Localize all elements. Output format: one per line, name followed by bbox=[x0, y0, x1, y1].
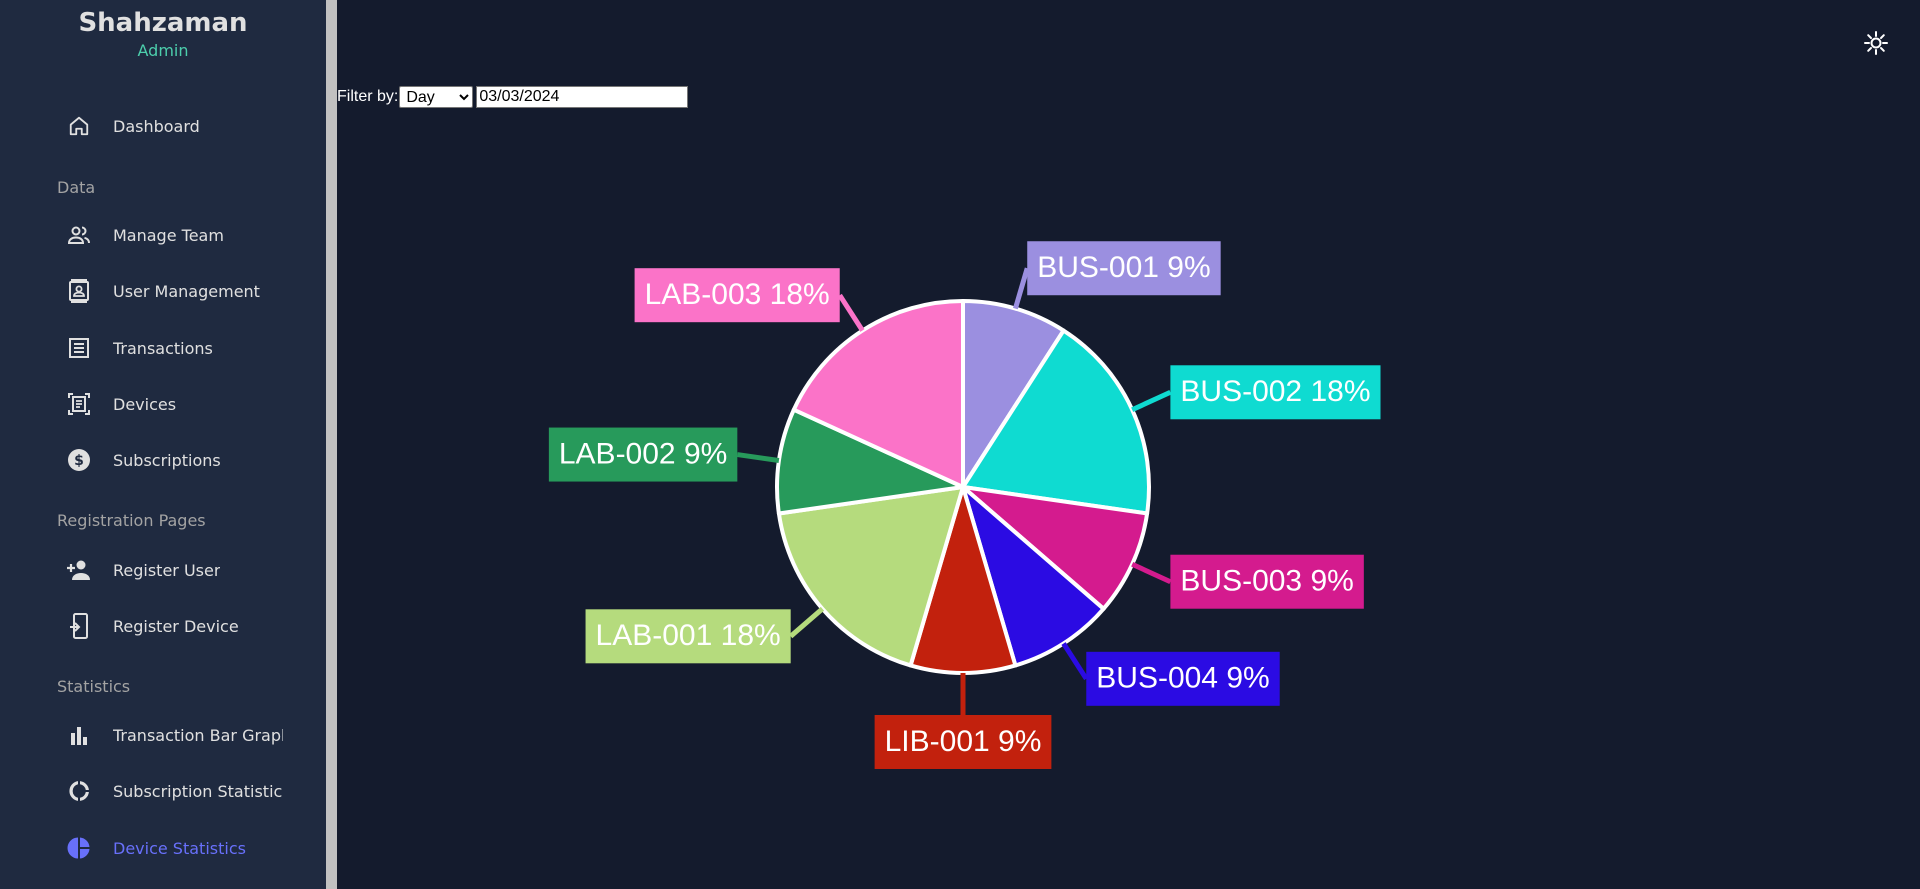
leader-line-bus-001 bbox=[1013, 267, 1030, 310]
leader-line-lab-001 bbox=[789, 606, 825, 639]
sidebar-item-label: Register User bbox=[113, 560, 221, 580]
data-label-text-bus-003: BUS-003 9% bbox=[1180, 565, 1353, 598]
sidebar-item-label: Dashboard bbox=[113, 116, 200, 136]
home-icon bbox=[66, 113, 92, 139]
section-title-statistics: Statistics bbox=[57, 677, 131, 696]
data-label-bus-002: BUS-002 18% bbox=[1170, 365, 1381, 420]
document-scanner-icon bbox=[66, 391, 92, 417]
leader-line-lab-002 bbox=[736, 452, 780, 464]
pie-chart-icon bbox=[66, 835, 92, 861]
sidebar-scrollbar[interactable] bbox=[326, 0, 337, 889]
sidebar-item-manage-team[interactable]: Manage Team bbox=[0, 213, 326, 257]
bar-chart-icon bbox=[66, 722, 92, 748]
sidebar-item-subscription-statistics[interactable]: Subscription Statistics bbox=[0, 769, 326, 813]
sidebar-item-user-management[interactable]: User Management bbox=[0, 269, 326, 313]
sidebar-item-label: User Management bbox=[113, 281, 260, 301]
user-name: Shahzaman bbox=[78, 8, 248, 38]
sidebar-item-label: Subscription Statistics bbox=[113, 781, 283, 801]
dollar-circle-icon: $ bbox=[66, 447, 92, 473]
data-label-text-lab-002: LAB-002 9% bbox=[559, 437, 727, 470]
data-label-lab-002: LAB-002 9% bbox=[548, 427, 738, 482]
data-label-lib-001: LIB-001 9% bbox=[874, 715, 1052, 769]
svg-text:$: $ bbox=[74, 453, 84, 469]
sidebar-item-register-user[interactable]: Register User bbox=[0, 548, 326, 592]
data-label-text-lab-003: LAB-003 18% bbox=[645, 278, 830, 311]
data-label-text-bus-001: BUS-001 9% bbox=[1037, 251, 1210, 284]
section-title-data: Data bbox=[57, 178, 96, 197]
sidebar-item-transactions[interactable]: Transactions bbox=[0, 326, 326, 370]
data-label-text-bus-004: BUS-004 9% bbox=[1096, 662, 1269, 695]
sidebar-item-label: Transaction Bar Graph bbox=[113, 725, 283, 745]
data-label-text-bus-002: BUS-002 18% bbox=[1180, 375, 1370, 408]
section-title-registration: Registration Pages bbox=[57, 511, 206, 530]
leader-line-bus-004 bbox=[1061, 642, 1089, 681]
data-label-lab-003: LAB-003 18% bbox=[634, 268, 840, 323]
sidebar-item-register-device[interactable]: Register Device bbox=[0, 604, 326, 648]
sidebar: Shahzaman Admin Dashboard Data Manage Te… bbox=[0, 0, 326, 889]
sidebar-item-devices[interactable]: Devices bbox=[0, 382, 326, 426]
sidebar-item-label: Devices bbox=[113, 394, 177, 414]
person-add-icon bbox=[66, 557, 92, 583]
data-label-text-lab-001: LAB-001 18% bbox=[596, 619, 781, 652]
sidebar-item-label: Transactions bbox=[113, 338, 213, 358]
leader-line-bus-003 bbox=[1131, 561, 1172, 584]
user-role: Admin bbox=[137, 41, 189, 60]
leader-line-lab-003 bbox=[837, 293, 865, 332]
people-icon bbox=[66, 222, 92, 248]
sidebar-item-transaction-bar-graph[interactable]: Transaction Bar Graph bbox=[0, 713, 326, 757]
device-statistics-pie-chart: BUS-001 9% BUS-002 18% BUS-003 9% BUS-004 9… bbox=[548, 241, 1381, 769]
leader-line-bus-002 bbox=[1131, 390, 1172, 413]
profile-block: Shahzaman Admin bbox=[0, 6, 326, 62]
data-label-lab-001: LAB-001 18% bbox=[585, 609, 791, 664]
pie-slices bbox=[775, 299, 1151, 675]
device-add-icon bbox=[66, 613, 92, 639]
sidebar-item-device-statistics[interactable]: Device Statistics bbox=[0, 826, 326, 870]
data-label-text-lib-001: LIB-001 9% bbox=[885, 725, 1042, 758]
sidebar-item-label: Device Statistics bbox=[113, 838, 246, 858]
receipt-icon bbox=[66, 335, 92, 361]
data-label-bus-001: BUS-001 9% bbox=[1027, 241, 1221, 296]
contact-card-icon bbox=[66, 278, 92, 304]
sidebar-item-dashboard[interactable]: Dashboard bbox=[0, 104, 326, 148]
sidebar-item-label: Register Device bbox=[113, 616, 239, 636]
donut-chart-icon bbox=[66, 778, 92, 804]
data-label-bus-004: BUS-004 9% bbox=[1086, 651, 1280, 706]
data-label-bus-003: BUS-003 9% bbox=[1170, 554, 1364, 609]
sidebar-item-label: Manage Team bbox=[113, 225, 224, 245]
sidebar-item-label: Subscriptions bbox=[113, 450, 221, 470]
sidebar-item-subscriptions[interactable]: $ Subscriptions bbox=[0, 438, 326, 482]
